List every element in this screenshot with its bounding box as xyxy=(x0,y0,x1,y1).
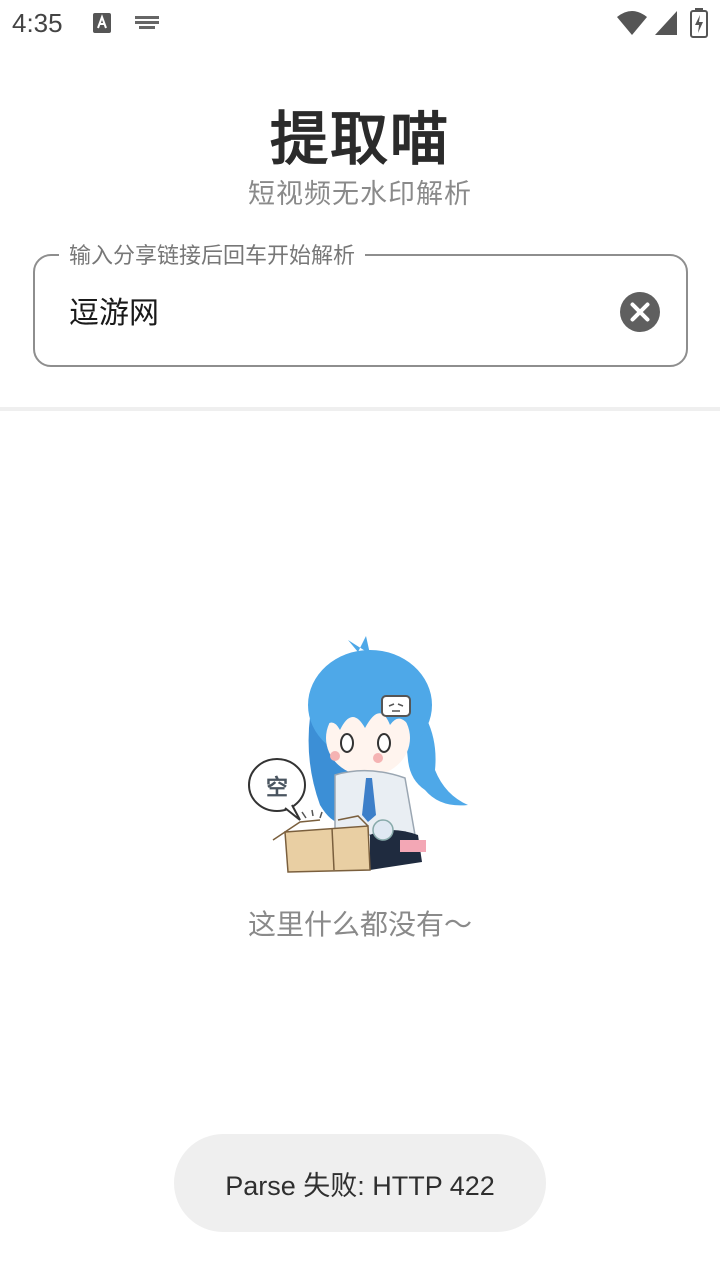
speech-bubble-text: 空 xyxy=(266,775,288,801)
battery-charging-icon xyxy=(690,8,708,38)
status-bar: 4:35 xyxy=(0,0,720,50)
link-input-label: 输入分享链接后回车开始解析 xyxy=(59,238,366,270)
clear-input-button[interactable] xyxy=(620,292,660,332)
text-a-notification-icon xyxy=(93,13,111,33)
link-input[interactable] xyxy=(69,292,589,327)
app-subtitle: 短视频无水印解析 xyxy=(248,179,472,210)
cellular-signal-icon xyxy=(655,11,677,35)
keyboard-icon xyxy=(135,16,159,29)
wifi-icon xyxy=(617,11,647,35)
status-time: 4:35 xyxy=(12,8,63,38)
section-divider xyxy=(0,407,720,411)
link-input-container[interactable]: 输入分享链接后回车开始解析 xyxy=(33,238,688,367)
app-title: 提取喵 xyxy=(269,105,450,173)
empty-state-illustration: 空 xyxy=(248,636,468,873)
toast-message: Parse 失败: HTTP 422 xyxy=(225,1170,495,1201)
error-toast: Parse 失败: HTTP 422 xyxy=(174,1134,546,1232)
clear-circle-icon xyxy=(630,302,650,322)
empty-state-message: 这里什么都没有～ xyxy=(247,908,472,941)
